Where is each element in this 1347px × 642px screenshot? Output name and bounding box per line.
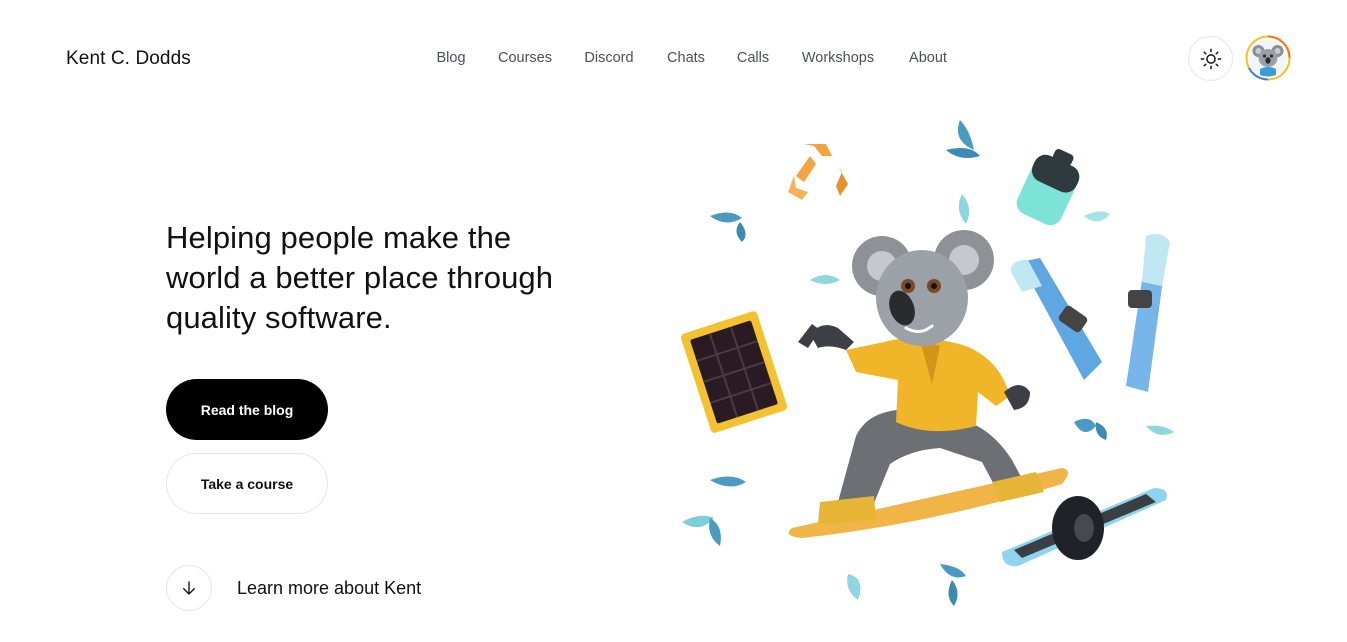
arrow-down-icon xyxy=(183,581,195,595)
onewheel-board-icon xyxy=(1002,488,1167,567)
nav-about[interactable]: About xyxy=(909,50,947,66)
nav-blog[interactable]: Blog xyxy=(436,50,465,66)
hero-headline: Helping people make the world a better p… xyxy=(166,220,554,335)
sun-icon xyxy=(1200,48,1221,69)
nav-discord[interactable]: Discord xyxy=(584,50,633,66)
skis-icon xyxy=(1010,234,1170,392)
learn-more-circle xyxy=(166,565,212,611)
koala-character xyxy=(798,230,1044,524)
take-a-course-button[interactable]: Take a course xyxy=(166,453,328,514)
nav-chats[interactable]: Chats xyxy=(667,50,705,66)
theme-toggle-button[interactable] xyxy=(1188,36,1233,81)
main-nav: Blog Courses Discord Chats Calls Worksho… xyxy=(0,50,1347,70)
user-avatar-link[interactable] xyxy=(1245,35,1291,81)
learn-more-label: Learn more about Kent xyxy=(237,577,422,598)
nav-courses[interactable]: Courses xyxy=(498,50,552,66)
battery-icon xyxy=(1016,149,1080,226)
recycle-icon xyxy=(788,144,848,200)
koala-snowboarding-illustration xyxy=(680,120,1174,606)
avatar xyxy=(1245,35,1291,81)
solar-panel-icon xyxy=(680,311,788,433)
learn-more-link[interactable]: Learn more about Kent xyxy=(166,565,421,611)
nav-calls[interactable]: Calls xyxy=(737,50,769,66)
nav-workshops[interactable]: Workshops xyxy=(802,50,874,66)
read-the-blog-button[interactable]: Read the blog xyxy=(166,379,328,440)
